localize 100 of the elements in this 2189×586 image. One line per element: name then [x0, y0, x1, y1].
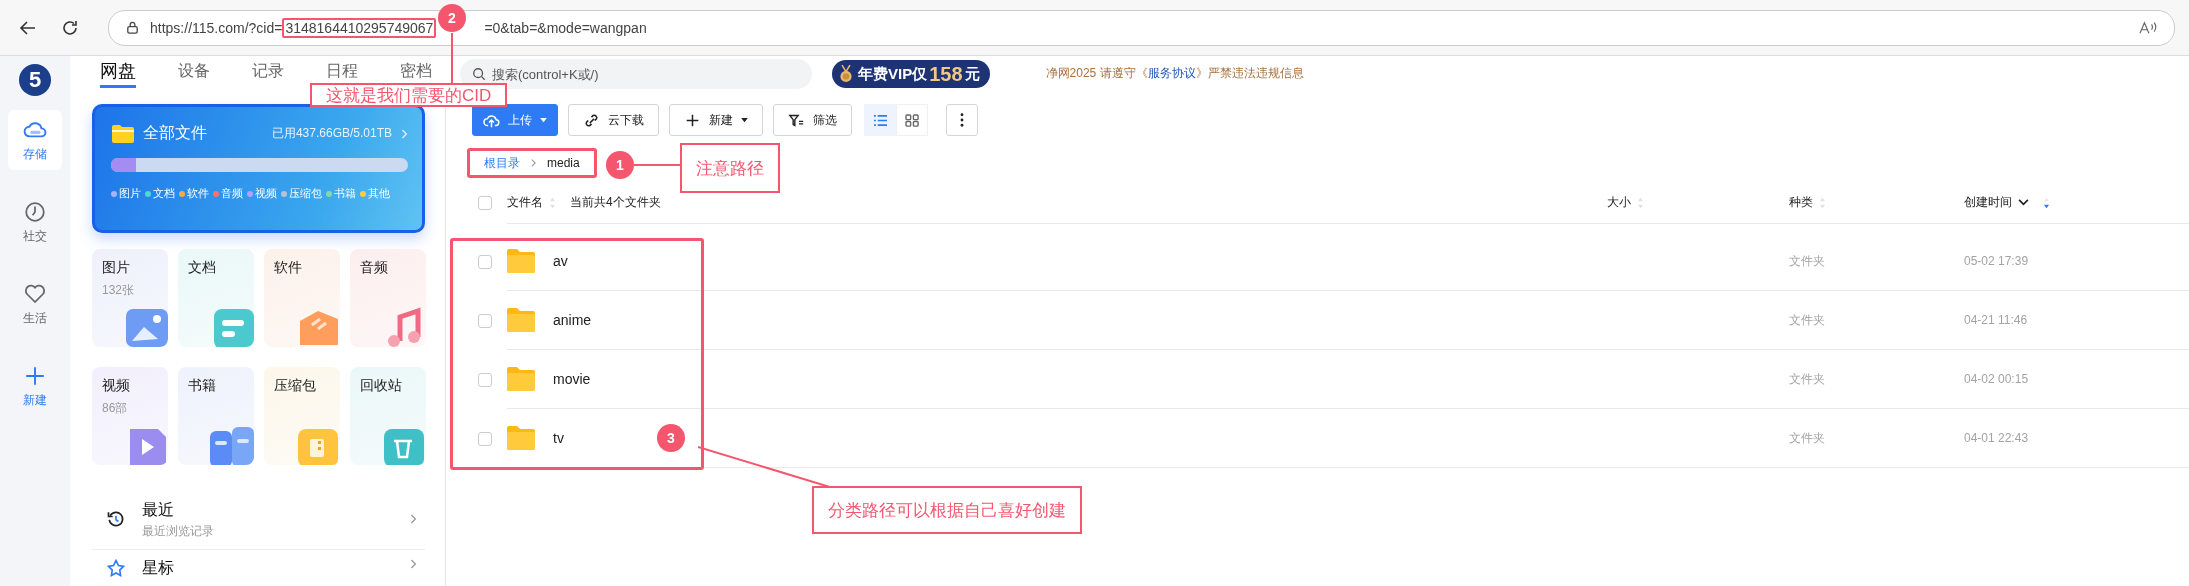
shortcut-subtitle: 最近浏览记录	[142, 523, 215, 539]
link-icon	[583, 112, 600, 128]
folder-icon	[507, 249, 535, 273]
folder-icon	[507, 367, 535, 391]
callout-label: 注意路径	[680, 143, 780, 193]
caret-icon	[741, 117, 748, 123]
step-badge: 1	[606, 151, 634, 179]
category-label: 书籍	[188, 377, 217, 396]
vip-banner[interactable]: 年费VIP仅158元	[832, 60, 990, 88]
file-name[interactable]: movie	[553, 371, 591, 387]
folder-count: 当前共4个文件夹	[570, 194, 661, 211]
category-tile[interactable]: 图片 132张	[92, 249, 168, 348]
search-field[interactable]: 搜索(control+K或/)	[460, 59, 812, 89]
legend-label: 音频	[221, 186, 243, 201]
row-checkbox[interactable]	[478, 313, 492, 328]
shortcut-item[interactable]: 星标	[92, 558, 425, 586]
plus-icon	[684, 112, 701, 128]
nav-tab[interactable]: 密档	[400, 59, 432, 82]
rail-item[interactable]: 生活	[8, 274, 62, 334]
category-tile[interactable]: 软件	[264, 249, 340, 348]
select-all-checkbox[interactable]	[478, 196, 492, 210]
list-icon	[872, 113, 888, 127]
chevron-right-icon	[400, 127, 408, 140]
url-text: 3148164410295749067	[285, 19, 434, 36]
category-label: 压缩包	[274, 377, 317, 396]
leader-line	[634, 164, 680, 166]
nav-tab[interactable]: 设备	[178, 59, 210, 82]
notice-text: 净网2025 请遵守《服务协议》严禁违法违规信息	[1045, 65, 1304, 82]
file-type: 文件夹	[1789, 370, 1825, 388]
chevron-right-icon	[409, 558, 417, 571]
rail-item[interactable]: 社交	[8, 192, 62, 252]
url-text: =0&tab=&mode=wangpan	[484, 19, 647, 36]
column-header[interactable]: 种类	[1789, 194, 1813, 211]
more-icon	[960, 113, 964, 127]
file-type: 文件夹	[1789, 252, 1825, 270]
row-checkbox[interactable]	[478, 254, 492, 269]
shortcut-item[interactable]: 最近 最近浏览记录	[92, 489, 425, 551]
leader-line	[451, 33, 453, 83]
row-checkbox[interactable]	[478, 372, 492, 387]
list-view-button[interactable]	[864, 104, 896, 136]
category-tile[interactable]: 回收站	[350, 367, 426, 466]
column-header[interactable]: 文件名	[507, 194, 543, 211]
new-button[interactable]: 新建	[669, 104, 763, 136]
file-row[interactable]: movie 文件夹 04-02 00:15	[472, 350, 2189, 409]
category-count: 86部	[102, 400, 129, 418]
shortcut-title: 最近	[142, 499, 175, 520]
rail-item[interactable]: 存储	[8, 110, 62, 170]
medal-icon	[838, 64, 854, 84]
step-badge: 3	[657, 424, 685, 452]
category-count: 132张	[102, 282, 136, 300]
card-title: 全部文件	[143, 123, 207, 143]
file-name[interactable]: anime	[553, 312, 592, 328]
category-label: 视频	[102, 377, 131, 396]
row-checkbox[interactable]	[478, 431, 492, 446]
app-logo[interactable]: 5	[19, 64, 51, 96]
grid-icon	[904, 113, 920, 127]
created-time: 04-01 22:43	[1964, 431, 2029, 445]
cloud-upload-icon	[483, 112, 500, 128]
file-row[interactable]: av 文件夹 05-02 17:39	[472, 232, 2189, 291]
rail-item[interactable]: 新建	[8, 356, 62, 416]
file-row[interactable]: anime 文件夹 04-21 11:46	[472, 291, 2189, 350]
folder-icon	[507, 426, 535, 450]
caret-icon	[540, 117, 547, 123]
column-header[interactable]: 创建时间	[1964, 194, 2012, 211]
created-time: 04-21 11:46	[1964, 313, 2028, 327]
breadcrumb-link[interactable]: media	[547, 156, 580, 170]
nav-tab[interactable]: 记录	[252, 59, 284, 82]
url-text: https://115.com/?cid=	[150, 19, 283, 36]
category-label: 图片	[102, 259, 131, 278]
legend-label: 视频	[255, 186, 277, 201]
grid-view-button[interactable]	[896, 104, 928, 136]
lock-icon[interactable]	[125, 20, 140, 35]
breadcrumb-link[interactable]: 根目录	[484, 154, 520, 172]
read-aloud-icon[interactable]	[2138, 19, 2158, 36]
star-icon	[106, 558, 126, 579]
category-tile[interactable]: 视频 86部	[92, 367, 168, 466]
shortcut-title: 星标	[142, 558, 175, 579]
category-tile[interactable]: 音频	[350, 249, 426, 348]
category-tile[interactable]: 文档	[178, 249, 254, 348]
file-type: 文件夹	[1789, 429, 1825, 447]
upload-button[interactable]: 上传	[472, 104, 558, 136]
file-name[interactable]: av	[553, 253, 568, 269]
legend-label: 书籍	[334, 186, 356, 201]
agreement-link[interactable]: 服务协议	[1147, 66, 1196, 80]
legend-label: 软件	[187, 186, 209, 201]
storage-usage: 已用437.66GB/5.01TB	[271, 125, 392, 142]
clock-icon	[23, 199, 47, 224]
filter-button[interactable]: 筛选	[773, 104, 852, 136]
category-tile[interactable]: 书籍	[178, 367, 254, 466]
legend-label: 文档	[153, 186, 175, 201]
nav-tab[interactable]: 网盘	[100, 59, 136, 88]
more-button[interactable]	[946, 104, 978, 136]
nav-tab[interactable]: 日程	[326, 59, 358, 82]
file-name[interactable]: tv	[553, 430, 564, 446]
cloud-download-button[interactable]: 云下载	[568, 104, 659, 136]
category-tile[interactable]: 压缩包	[264, 367, 340, 466]
search-icon	[472, 67, 486, 81]
column-header[interactable]: 大小	[1607, 194, 1631, 211]
storage-card[interactable]: 全部文件 已用437.66GB/5.01TB 图片 文档 软件 音频 视频 压缩包 书籍 其他	[92, 104, 425, 234]
folder-icon	[111, 123, 135, 144]
